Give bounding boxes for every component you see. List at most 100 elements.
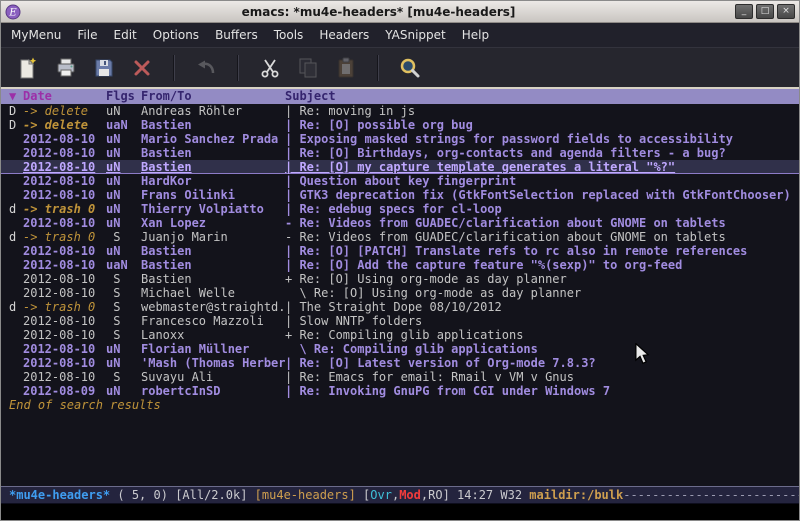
from-cell: 'Mash (Thomas Herbert) bbox=[141, 356, 285, 370]
minibuffer[interactable] bbox=[1, 504, 799, 520]
search-button[interactable] bbox=[391, 52, 429, 84]
message-row[interactable]: 2012-08-10 SFrancesco Mazzoli| Slow NNTP… bbox=[1, 314, 799, 328]
message-row[interactable]: D-> deleteuaNBastien| Re: [O] possible o… bbox=[1, 118, 799, 132]
flags-cell: S bbox=[106, 314, 141, 328]
mark-char: d bbox=[9, 202, 23, 216]
message-row[interactable]: 2012-08-10uNBastien| Re: [O] [PATCH] Tra… bbox=[1, 244, 799, 258]
mark-char: d bbox=[9, 230, 23, 244]
mark-char bbox=[9, 258, 23, 272]
column-header-date[interactable]: Date bbox=[23, 89, 106, 104]
mark-char: D bbox=[9, 118, 23, 132]
sort-direction-icon[interactable]: ▼ bbox=[9, 89, 23, 104]
subject-cell: | Re: [O] possible org bug bbox=[285, 118, 799, 132]
from-cell: Suvayu Ali bbox=[141, 370, 285, 384]
search-icon bbox=[398, 56, 422, 80]
message-row[interactable]: d-> trash 0 SJuanjo Marin- Re: Videos fr… bbox=[1, 230, 799, 244]
close-button[interactable]: × bbox=[777, 4, 795, 19]
date-cell: 2012-08-10 bbox=[23, 314, 106, 328]
message-row[interactable]: 2012-08-10uNMario Sanchez Prada| Exposin… bbox=[1, 132, 799, 146]
maximize-button[interactable]: □ bbox=[756, 4, 774, 19]
from-cell: Frans Oilinki bbox=[141, 188, 285, 202]
from-cell: Andreas Röhler bbox=[141, 104, 285, 118]
message-row-current[interactable]: 2012-08-10uNBastien| Re: [O] my capture … bbox=[1, 160, 799, 174]
date-cell: 2012-08-10 bbox=[23, 342, 106, 356]
close-button[interactable] bbox=[123, 52, 161, 84]
cut-button[interactable] bbox=[251, 52, 289, 84]
mark-char bbox=[9, 314, 23, 328]
modeline-segment: ( 5, 0) bbox=[110, 488, 175, 502]
message-row[interactable]: 2012-08-10uaNBastien| Re: [O] Add the ca… bbox=[1, 258, 799, 272]
from-cell: Bastien bbox=[141, 272, 285, 286]
from-cell: Bastien bbox=[141, 258, 285, 272]
message-row[interactable]: 2012-08-10uNFlorian Müllner \ Re: Compil… bbox=[1, 342, 799, 356]
menu-headers[interactable]: Headers bbox=[311, 24, 377, 46]
mark-char: d bbox=[9, 300, 23, 314]
from-cell: Lanoxx bbox=[141, 328, 285, 342]
modeline-segment: ] bbox=[443, 488, 457, 502]
date-cell: 2012-08-10 bbox=[23, 356, 106, 370]
flags-cell: uN bbox=[106, 384, 141, 398]
message-row[interactable]: 2012-08-10uN'Mash (Thomas Herbert)| Re: … bbox=[1, 356, 799, 370]
mark-char bbox=[9, 244, 23, 258]
date-cell: -> delete bbox=[23, 104, 106, 118]
from-cell: Xan Lopez bbox=[141, 216, 285, 230]
subject-cell: | Re: [O] my capture template generates … bbox=[285, 160, 799, 174]
mark-char bbox=[9, 286, 23, 300]
message-row[interactable]: 2012-08-10uNHardKor| Question about key … bbox=[1, 174, 799, 188]
subject-cell: | Slow NNTP folders bbox=[285, 314, 799, 328]
mark-char bbox=[9, 342, 23, 356]
mark-char bbox=[9, 160, 23, 174]
message-row[interactable]: 2012-08-10 SSuvayu Ali| Re: Emacs for em… bbox=[1, 370, 799, 384]
end-of-search-results: End of search results bbox=[1, 398, 799, 412]
column-header-from[interactable]: From/To bbox=[141, 89, 285, 104]
column-header-flags[interactable]: Flgs bbox=[106, 89, 141, 104]
menu-tools[interactable]: Tools bbox=[266, 24, 312, 46]
modeline-segment: 14:27 bbox=[457, 488, 500, 502]
modeline-segment: -------------------------------------- bbox=[623, 488, 799, 502]
from-cell: Francesco Mazzoli bbox=[141, 314, 285, 328]
menu-yasnippet[interactable]: YASnippet bbox=[377, 24, 454, 46]
from-cell: Juanjo Marin bbox=[141, 230, 285, 244]
message-row[interactable]: d-> trash 0uNThierry Volpiatto| Re: edeb… bbox=[1, 202, 799, 216]
from-cell: Michael Welle bbox=[141, 286, 285, 300]
print-button[interactable] bbox=[47, 52, 85, 84]
subject-cell: | Exposing masked strings for password f… bbox=[285, 132, 799, 146]
message-row[interactable]: 2012-08-10 SBastien+ Re: [O] Using org-m… bbox=[1, 272, 799, 286]
message-row[interactable]: 2012-08-10uNXan Lopez- Re: Videos from G… bbox=[1, 216, 799, 230]
modeline-segment: , bbox=[392, 488, 399, 502]
message-row[interactable]: 2012-08-10 SMichael Welle \ Re: [O] Usin… bbox=[1, 286, 799, 300]
menu-options[interactable]: Options bbox=[145, 24, 207, 46]
mark-char bbox=[9, 188, 23, 202]
message-row[interactable]: d-> trash 0 Swebmaster@straightd...| The… bbox=[1, 300, 799, 314]
from-cell: Bastien bbox=[141, 244, 285, 258]
flags-cell: uN bbox=[106, 244, 141, 258]
mark-char bbox=[9, 146, 23, 160]
subject-cell: | Re: [O] Add the capture feature "%(sex… bbox=[285, 258, 799, 272]
flags-cell: uaN bbox=[106, 258, 141, 272]
message-row[interactable]: D-> deleteuNAndreas Röhler| Re: moving i… bbox=[1, 104, 799, 118]
menu-buffers[interactable]: Buffers bbox=[207, 24, 266, 46]
flags-cell: S bbox=[106, 286, 141, 300]
flags-cell: S bbox=[106, 272, 141, 286]
menu-mymenu[interactable]: MyMenu bbox=[3, 24, 69, 46]
titlebar[interactable]: E emacs: *mu4e-headers* [mu4e-headers] _… bbox=[1, 1, 799, 23]
message-row[interactable]: 2012-08-09uNrobertcInSD| Re: Invoking Gn… bbox=[1, 384, 799, 398]
message-row[interactable]: 2012-08-10 SLanoxx+ Re: Compiling glib a… bbox=[1, 328, 799, 342]
menu-edit[interactable]: Edit bbox=[106, 24, 145, 46]
minimize-button[interactable]: _ bbox=[735, 4, 753, 19]
date-cell: -> trash 0 bbox=[23, 300, 106, 314]
paste-button bbox=[327, 52, 365, 84]
menu-help[interactable]: Help bbox=[454, 24, 497, 46]
modeline-segment: [mu4e-headers] bbox=[255, 488, 356, 502]
subject-cell: + Re: Compiling glib applications bbox=[285, 328, 799, 342]
flags-cell: uN bbox=[106, 216, 141, 230]
undo-button bbox=[187, 52, 225, 84]
message-list: D-> deleteuNAndreas Röhler| Re: moving i… bbox=[1, 104, 799, 486]
menu-file[interactable]: File bbox=[69, 24, 105, 46]
save-button[interactable] bbox=[85, 52, 123, 84]
column-header-subject[interactable]: Subject bbox=[285, 89, 799, 104]
new-file-button[interactable] bbox=[9, 52, 47, 84]
subject-cell: | Re: [O] Latest version of Org-mode 7.8… bbox=[285, 356, 799, 370]
message-row[interactable]: 2012-08-10uNFrans Oilinki| GTK3 deprecat… bbox=[1, 188, 799, 202]
message-row[interactable]: 2012-08-10uNBastien| Re: [O] Birthdays, … bbox=[1, 146, 799, 160]
